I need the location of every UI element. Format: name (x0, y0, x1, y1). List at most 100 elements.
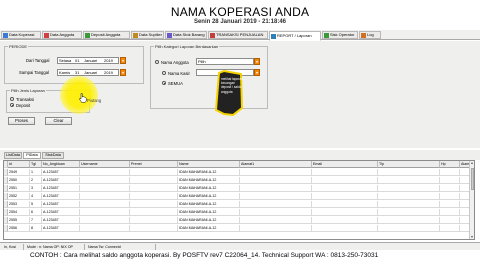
data-grid[interactable]: id Tgl No_Angktuan Username Prenet Name Alamat… (3, 160, 475, 240)
table-cell[interactable] (240, 201, 312, 208)
table-cell[interactable] (378, 225, 440, 232)
toolbar-tab-1[interactable]: Data Anggota (42, 31, 82, 39)
table-cell[interactable]: IDAN MAHARANI-A-12 (178, 225, 240, 232)
table-cell[interactable] (80, 193, 130, 200)
table-cell[interactable] (240, 169, 312, 176)
table-cell[interactable] (130, 225, 178, 232)
table-cell[interactable]: 2 (30, 177, 42, 184)
column-header[interactable]: Email (312, 161, 378, 168)
nama-kasir-dropdown[interactable] (254, 69, 260, 76)
sampai-tanggal-dropdown[interactable] (120, 69, 126, 76)
dari-tanggal-field[interactable]: Selasa 01 Januari 2019 (57, 57, 119, 64)
column-header[interactable]: Tgl (30, 161, 42, 168)
column-header[interactable]: Alamat1 (240, 161, 312, 168)
table-cell[interactable] (80, 201, 130, 208)
table-cell[interactable] (378, 193, 440, 200)
grid-tab-1[interactable]: PiData (23, 152, 41, 159)
table-cell[interactable]: IDAN MAHARANI-A-12 (178, 209, 240, 216)
table-cell[interactable]: IDAN MAHARANI-A-12 (178, 217, 240, 224)
table-cell[interactable] (378, 201, 440, 208)
table-cell[interactable] (312, 169, 378, 176)
table-cell[interactable]: A-123457 (42, 169, 80, 176)
table-cell[interactable] (312, 177, 378, 184)
toolbar-tab-8[interactable]: Log (359, 31, 381, 39)
semua-radio[interactable] (162, 81, 166, 85)
table-cell[interactable]: 2554 (8, 209, 30, 216)
table-cell[interactable]: 2551 (8, 185, 30, 192)
table-cell[interactable] (378, 209, 440, 216)
table-cell[interactable] (440, 217, 460, 224)
table-cell[interactable]: A-123457 (42, 177, 80, 184)
table-cell[interactable] (130, 185, 178, 192)
toolbar-tab-2[interactable]: Deposit Anggota (83, 31, 130, 39)
table-cell[interactable] (240, 225, 312, 232)
grid-tab-0[interactable]: ListData (4, 152, 22, 159)
table-cell[interactable]: 2556 (8, 225, 30, 232)
table-cell[interactable]: A-123457 (42, 193, 80, 200)
table-cell[interactable] (378, 217, 440, 224)
table-cell[interactable] (130, 209, 178, 216)
table-cell[interactable] (440, 169, 460, 176)
table-cell[interactable] (240, 177, 312, 184)
table-cell[interactable]: A-123457 (42, 225, 80, 232)
column-header[interactable]: No_Angktuan (42, 161, 80, 168)
table-cell[interactable] (312, 217, 378, 224)
table-cell[interactable] (440, 177, 460, 184)
table-cell[interactable] (378, 185, 440, 192)
table-cell[interactable]: A-123457 (42, 201, 80, 208)
toolbar-tab-5[interactable]: TRANSAKSI PENJUALAN (208, 31, 268, 39)
column-header[interactable]: Username (80, 161, 130, 168)
sampai-tanggal-field[interactable]: Kamis 31 Januari 2019 (57, 69, 119, 76)
table-cell[interactable]: 7 (30, 217, 42, 224)
table-cell[interactable] (312, 225, 378, 232)
table-cell[interactable] (80, 185, 130, 192)
table-cell[interactable]: 4 (30, 193, 42, 200)
table-cell[interactable]: IDAN MAHARANI-A-12 (178, 193, 240, 200)
table-cell[interactable] (440, 225, 460, 232)
table-cell[interactable] (80, 209, 130, 216)
table-cell[interactable]: A-123457 (42, 185, 80, 192)
nama-kasir-radio[interactable] (162, 71, 166, 75)
table-cell[interactable] (130, 169, 178, 176)
table-cell[interactable]: A-123457 (42, 217, 80, 224)
table-cell[interactable] (312, 201, 378, 208)
table-cell[interactable] (378, 169, 440, 176)
table-cell[interactable] (130, 217, 178, 224)
table-cell[interactable]: 2555 (8, 217, 30, 224)
column-header[interactable]: Tlp (378, 161, 440, 168)
table-cell[interactable]: 2549 (8, 169, 30, 176)
table-cell[interactable]: 2552 (8, 193, 30, 200)
table-cell[interactable] (80, 169, 130, 176)
table-cell[interactable]: IDAN MAHARANI-A-12 (178, 169, 240, 176)
nama-anggota-dropdown[interactable] (254, 58, 260, 65)
vertical-scrollbar[interactable] (469, 161, 474, 239)
table-cell[interactable]: IDAN MAHARANI-A-12 (178, 177, 240, 184)
table-cell[interactable] (240, 193, 312, 200)
toolbar-tab-7[interactable]: Sisk Operator (322, 31, 358, 39)
table-cell[interactable] (312, 193, 378, 200)
table-cell[interactable]: 8 (30, 225, 42, 232)
table-cell[interactable] (440, 193, 460, 200)
table-cell[interactable] (240, 209, 312, 216)
grid-tab-2[interactable]: StokData (42, 152, 64, 159)
table-cell[interactable]: 3 (30, 185, 42, 192)
scroll-down-icon[interactable] (471, 236, 473, 238)
scroll-thumb[interactable] (470, 168, 474, 190)
table-cell[interactable] (130, 201, 178, 208)
proses-button[interactable]: Proses (8, 117, 35, 125)
transaksi-radio[interactable] (10, 97, 14, 101)
column-header[interactable]: Hp (440, 161, 460, 168)
table-cell[interactable] (240, 185, 312, 192)
toolbar-tab-6[interactable]: REPORT / Laporan (269, 31, 321, 41)
table-cell[interactable]: 5 (30, 201, 42, 208)
table-cell[interactable]: IDAN MAHARANI-A-12 (178, 201, 240, 208)
dari-tanggal-dropdown[interactable] (120, 57, 126, 64)
deposit-radio[interactable] (10, 103, 14, 107)
table-cell[interactable] (440, 201, 460, 208)
table-cell[interactable] (312, 209, 378, 216)
column-header[interactable]: Name (178, 161, 240, 168)
scroll-up-icon[interactable] (471, 162, 473, 164)
table-cell[interactable] (130, 177, 178, 184)
table-cell[interactable]: 6 (30, 209, 42, 216)
column-header[interactable]: id (8, 161, 30, 168)
